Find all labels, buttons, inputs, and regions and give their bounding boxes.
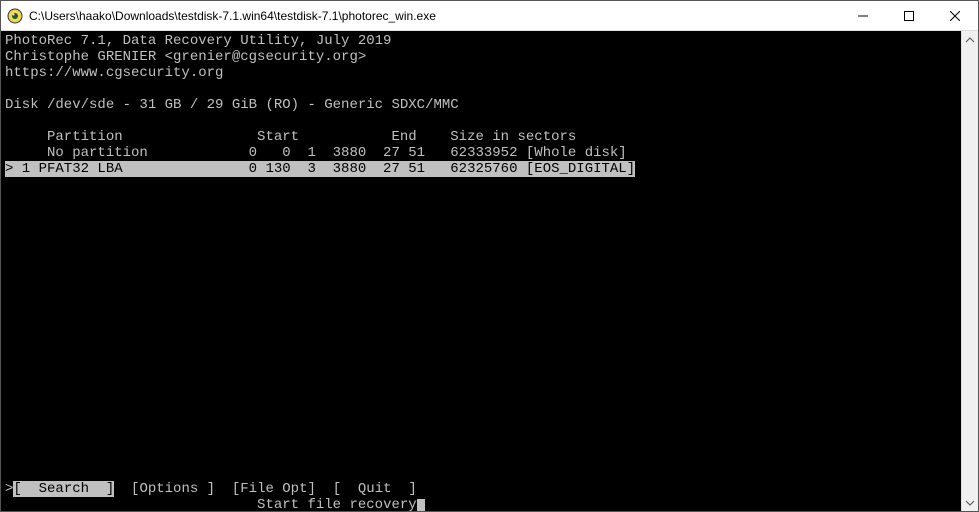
cursor xyxy=(417,499,425,511)
window-titlebar: C:\Users\haako\Downloads\testdisk-7.1.wi… xyxy=(1,1,978,31)
maximize-button[interactable] xyxy=(886,1,932,30)
header-line2: Christophe GRENIER <grenier@cgsecurity.o… xyxy=(5,49,366,65)
header-line1: PhotoRec 7.1, Data Recovery Utility, Jul… xyxy=(5,33,391,49)
console-output[interactable]: PhotoRec 7.1, Data Recovery Utility, Jul… xyxy=(1,31,961,511)
menu-item[interactable]: [ Search ] xyxy=(13,481,114,497)
close-button[interactable] xyxy=(932,1,978,30)
menu-hint: Start file recovery xyxy=(257,497,417,511)
header-line3: https://www.cgsecurity.org xyxy=(5,65,223,81)
partition-row[interactable]: > 1 PFAT32 LBA 0 130 3 3880 27 51 623257… xyxy=(5,161,635,177)
partition-header: Partition Start End Size in sectors xyxy=(5,129,576,145)
partition-row[interactable]: No partition 0 0 1 3880 27 51 62333952 [… xyxy=(5,145,627,161)
scroll-up-icon[interactable] xyxy=(962,31,978,48)
disk-info: Disk /dev/sde - 31 GB / 29 GiB (RO) - Ge… xyxy=(5,97,459,113)
window-title: C:\Users\haako\Downloads\testdisk-7.1.wi… xyxy=(29,9,840,23)
app-icon xyxy=(7,8,23,24)
scroll-track[interactable] xyxy=(962,48,978,494)
menu-item[interactable]: [File Opt] xyxy=(232,481,316,497)
scrollbar[interactable] xyxy=(961,31,978,511)
menu-item[interactable]: [Options ] xyxy=(131,481,215,497)
scroll-down-icon[interactable] xyxy=(962,494,978,511)
window-controls xyxy=(840,1,978,30)
menu-item[interactable]: [ Quit ] xyxy=(333,481,417,497)
minimize-button[interactable] xyxy=(840,1,886,30)
